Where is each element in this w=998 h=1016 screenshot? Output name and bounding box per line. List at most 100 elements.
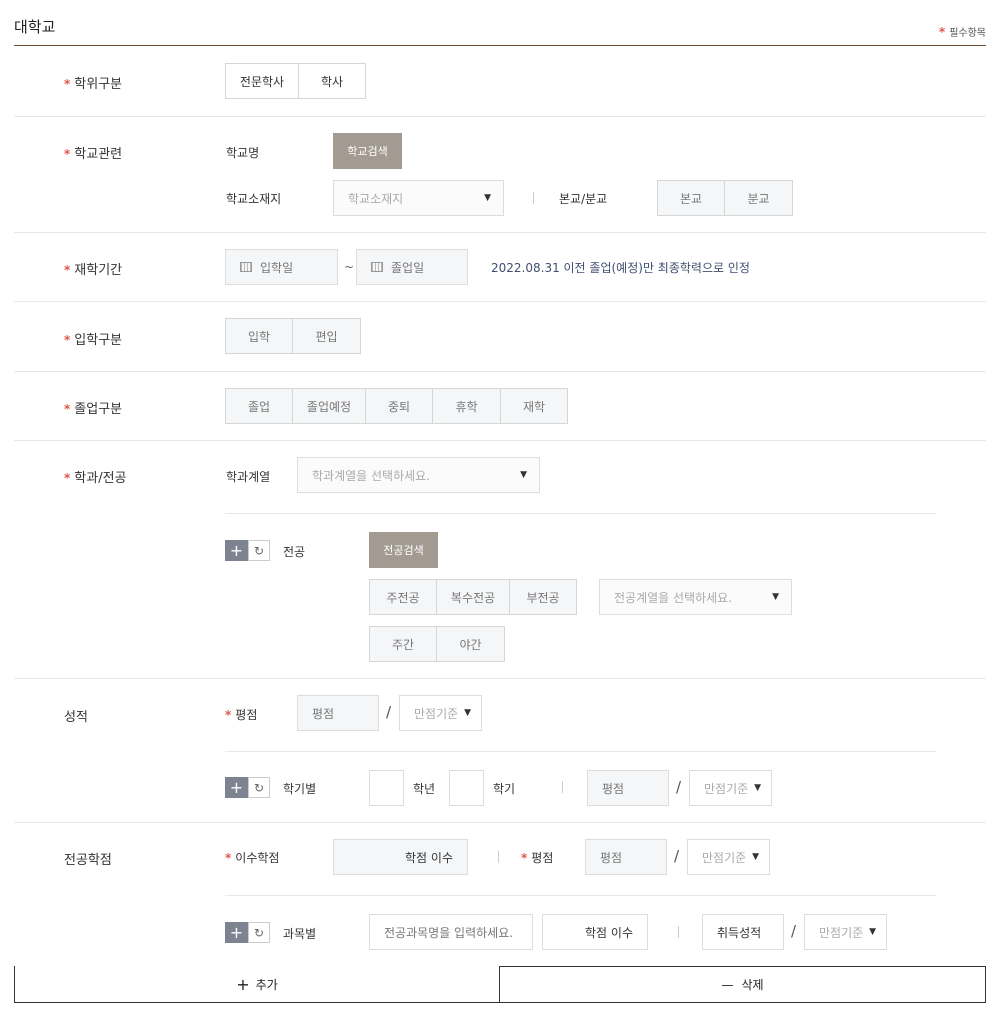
graduation-option-leave[interactable]: 휴학 — [432, 388, 501, 424]
plus-icon: + — [236, 974, 250, 994]
semester-scale-select[interactable]: 만점기준 ▼ — [689, 770, 772, 806]
credits-input[interactable]: 학점 이수 — [333, 839, 468, 875]
divider — [14, 301, 986, 302]
admission-option-entry[interactable]: 입학 — [225, 318, 293, 354]
plus-icon[interactable]: + — [225, 540, 248, 561]
chevron-down-icon: ▼ — [520, 470, 527, 480]
major-category-select[interactable]: 전공계열을 선택하세요. ▼ — [599, 579, 792, 615]
plus-icon[interactable]: + — [225, 777, 248, 798]
year-input[interactable] — [369, 770, 404, 806]
chevron-down-icon: ▼ — [464, 708, 471, 718]
major-add-controls: + ↻ — [225, 540, 270, 561]
acquired-grade-input[interactable]: 취득성적 — [702, 914, 784, 950]
add-button[interactable]: + 추가 — [14, 966, 500, 1003]
school-label: * 학교관련 — [64, 147, 123, 162]
gpa-scale-select[interactable]: 만점기준 ▼ — [399, 695, 482, 731]
subject-scale-select[interactable]: 만점기준 ▼ — [804, 914, 887, 950]
major-credits-label: 전공학점 — [64, 853, 112, 868]
by-semester-label: 학기별 — [283, 782, 317, 796]
degree-option-associate[interactable]: 전문학사 — [225, 63, 299, 99]
chevron-down-icon: ▼ — [869, 927, 876, 937]
divider — [14, 822, 986, 823]
header-divider — [14, 45, 986, 46]
end-date-input[interactable]: 졸업일 — [356, 249, 468, 285]
major-gpa-input[interactable]: 평점 — [585, 839, 667, 875]
major-gpa-label: * 평점 — [521, 851, 554, 865]
school-location-select[interactable]: 학교소재지 ▼ — [333, 180, 504, 216]
chevron-down-icon: ▼ — [772, 592, 779, 602]
slash: / — [791, 922, 797, 940]
major-search-button[interactable]: 전공검색 — [369, 532, 438, 568]
chevron-down-icon: ▼ — [484, 193, 491, 203]
graduation-option-expected[interactable]: 졸업예정 — [292, 388, 366, 424]
subject-add-controls: + ↻ — [225, 922, 270, 943]
semester-input[interactable] — [449, 770, 484, 806]
department-label: 학과계열 — [226, 470, 271, 484]
plus-icon[interactable]: + — [225, 922, 248, 943]
period-tilde: ~ — [344, 260, 355, 274]
subject-name-input[interactable]: 전공과목명을 입력하세요. — [369, 914, 533, 950]
admission-option-transfer[interactable]: 편입 — [292, 318, 361, 354]
semester-gpa-input[interactable]: 평점 — [587, 770, 669, 806]
delete-button[interactable]: — 삭제 — [499, 966, 986, 1003]
school-search-button[interactable]: 학교검색 — [333, 133, 402, 169]
major-type-primary[interactable]: 주전공 — [369, 579, 437, 615]
divider — [14, 678, 986, 679]
minus-icon: — — [721, 977, 734, 992]
calendar-icon — [371, 262, 383, 272]
slash: / — [676, 778, 682, 796]
refresh-icon[interactable]: ↻ — [248, 922, 270, 943]
divider — [14, 371, 986, 372]
degree-option-bachelor[interactable]: 학사 — [298, 63, 366, 99]
refresh-icon[interactable]: ↻ — [248, 777, 270, 798]
department-select[interactable]: 학과계열을 선택하세요. ▼ — [297, 457, 540, 493]
major-type-segment: 주전공 복수전공 부전공 — [369, 579, 577, 615]
semester-unit: 학기 — [493, 782, 516, 796]
graduation-option-graduated[interactable]: 졸업 — [225, 388, 293, 424]
calendar-icon — [240, 262, 252, 272]
divider — [14, 232, 986, 233]
chevron-down-icon: ▼ — [752, 852, 759, 862]
chevron-down-icon: ▼ — [754, 783, 761, 793]
night-option[interactable]: 야간 — [436, 626, 505, 662]
slash: / — [674, 847, 680, 865]
by-subject-label: 과목별 — [283, 927, 317, 941]
grades-label: 성적 — [64, 710, 88, 725]
gpa-input[interactable]: 평점 — [297, 695, 379, 731]
major-label: * 학과/전공 — [64, 471, 127, 486]
graduation-segment: 졸업 졸업예정 중퇴 휴학 재학 — [225, 388, 568, 424]
admission-segment: 입학 편입 — [225, 318, 361, 354]
campus-option-main[interactable]: 본교 — [657, 180, 725, 216]
year-unit: 학년 — [413, 782, 436, 796]
sub-divider — [225, 751, 936, 752]
separator — [498, 851, 499, 863]
campus-option-branch[interactable]: 분교 — [724, 180, 793, 216]
required-star-icon: * — [938, 25, 946, 39]
day-night-segment: 주간 야간 — [369, 626, 505, 662]
refresh-icon[interactable]: ↻ — [248, 540, 270, 561]
sub-divider — [225, 895, 936, 896]
graduation-label: * 졸업구분 — [64, 402, 123, 417]
campus-label: 본교/분교 — [559, 192, 608, 206]
period-note: 2022.08.31 이전 졸업(예정)만 최종학력으로 인정 — [491, 261, 750, 275]
graduation-option-enrolled[interactable]: 재학 — [500, 388, 568, 424]
period-label: * 재학기간 — [64, 263, 123, 278]
school-name-label: 학교명 — [226, 146, 260, 160]
school-location-label: 학교소재지 — [226, 192, 282, 206]
gpa-label: * 평점 — [225, 708, 258, 722]
start-date-input[interactable]: 입학일 — [225, 249, 338, 285]
subject-credits-input[interactable]: 학점 이수 — [542, 914, 648, 950]
major-type-double[interactable]: 복수전공 — [436, 579, 510, 615]
credits-label: * 이수학점 — [225, 851, 280, 865]
degree-segment: 전문학사 학사 — [225, 63, 366, 99]
required-note: * 필수항목 — [938, 25, 986, 39]
major-scale-select[interactable]: 만점기준 ▼ — [687, 839, 770, 875]
major-type-minor[interactable]: 부전공 — [509, 579, 577, 615]
admission-label: * 입학구분 — [64, 333, 123, 348]
semester-add-controls: + ↻ — [225, 777, 270, 798]
day-option[interactable]: 주간 — [369, 626, 437, 662]
campus-segment: 본교 분교 — [657, 180, 793, 216]
separator — [562, 781, 563, 793]
graduation-option-dropout[interactable]: 중퇴 — [365, 388, 433, 424]
degree-label: * 학위구분 — [64, 77, 123, 92]
